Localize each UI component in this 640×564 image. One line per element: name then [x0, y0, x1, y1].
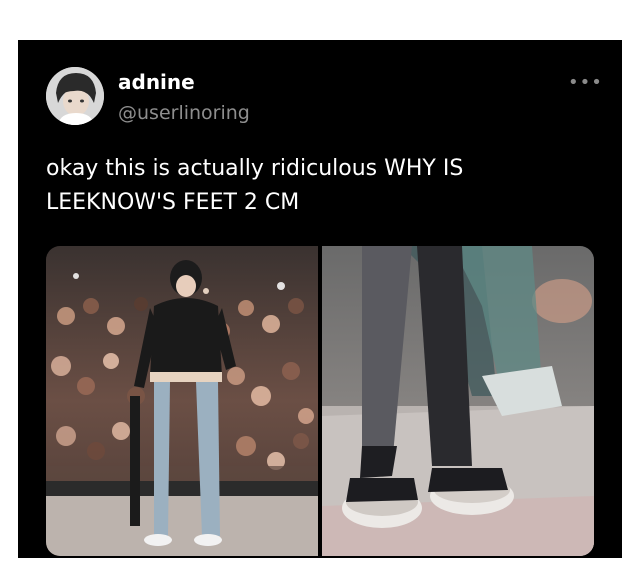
more-horizontal-icon[interactable]: ••• [568, 74, 603, 92]
concert-crowd-photo[interactable] [46, 246, 318, 556]
avatar[interactable] [46, 67, 104, 125]
tweet-media[interactable] [46, 246, 594, 556]
user-handle[interactable]: @userlinoring [118, 101, 250, 125]
tweet-text-line-2: LEEKNOW'S FEET 2 CM [46, 190, 300, 215]
tweet-card: adnine @userlinoring ••• okay this is ac… [18, 40, 622, 558]
display-name[interactable]: adnine [118, 70, 195, 94]
tweet-text-line-1: okay this is actually ridiculous WHY IS [46, 156, 464, 181]
tweet-text: okay this is actually ridiculous WHY IS … [46, 152, 586, 220]
feet-closeup-photo[interactable] [322, 246, 594, 556]
